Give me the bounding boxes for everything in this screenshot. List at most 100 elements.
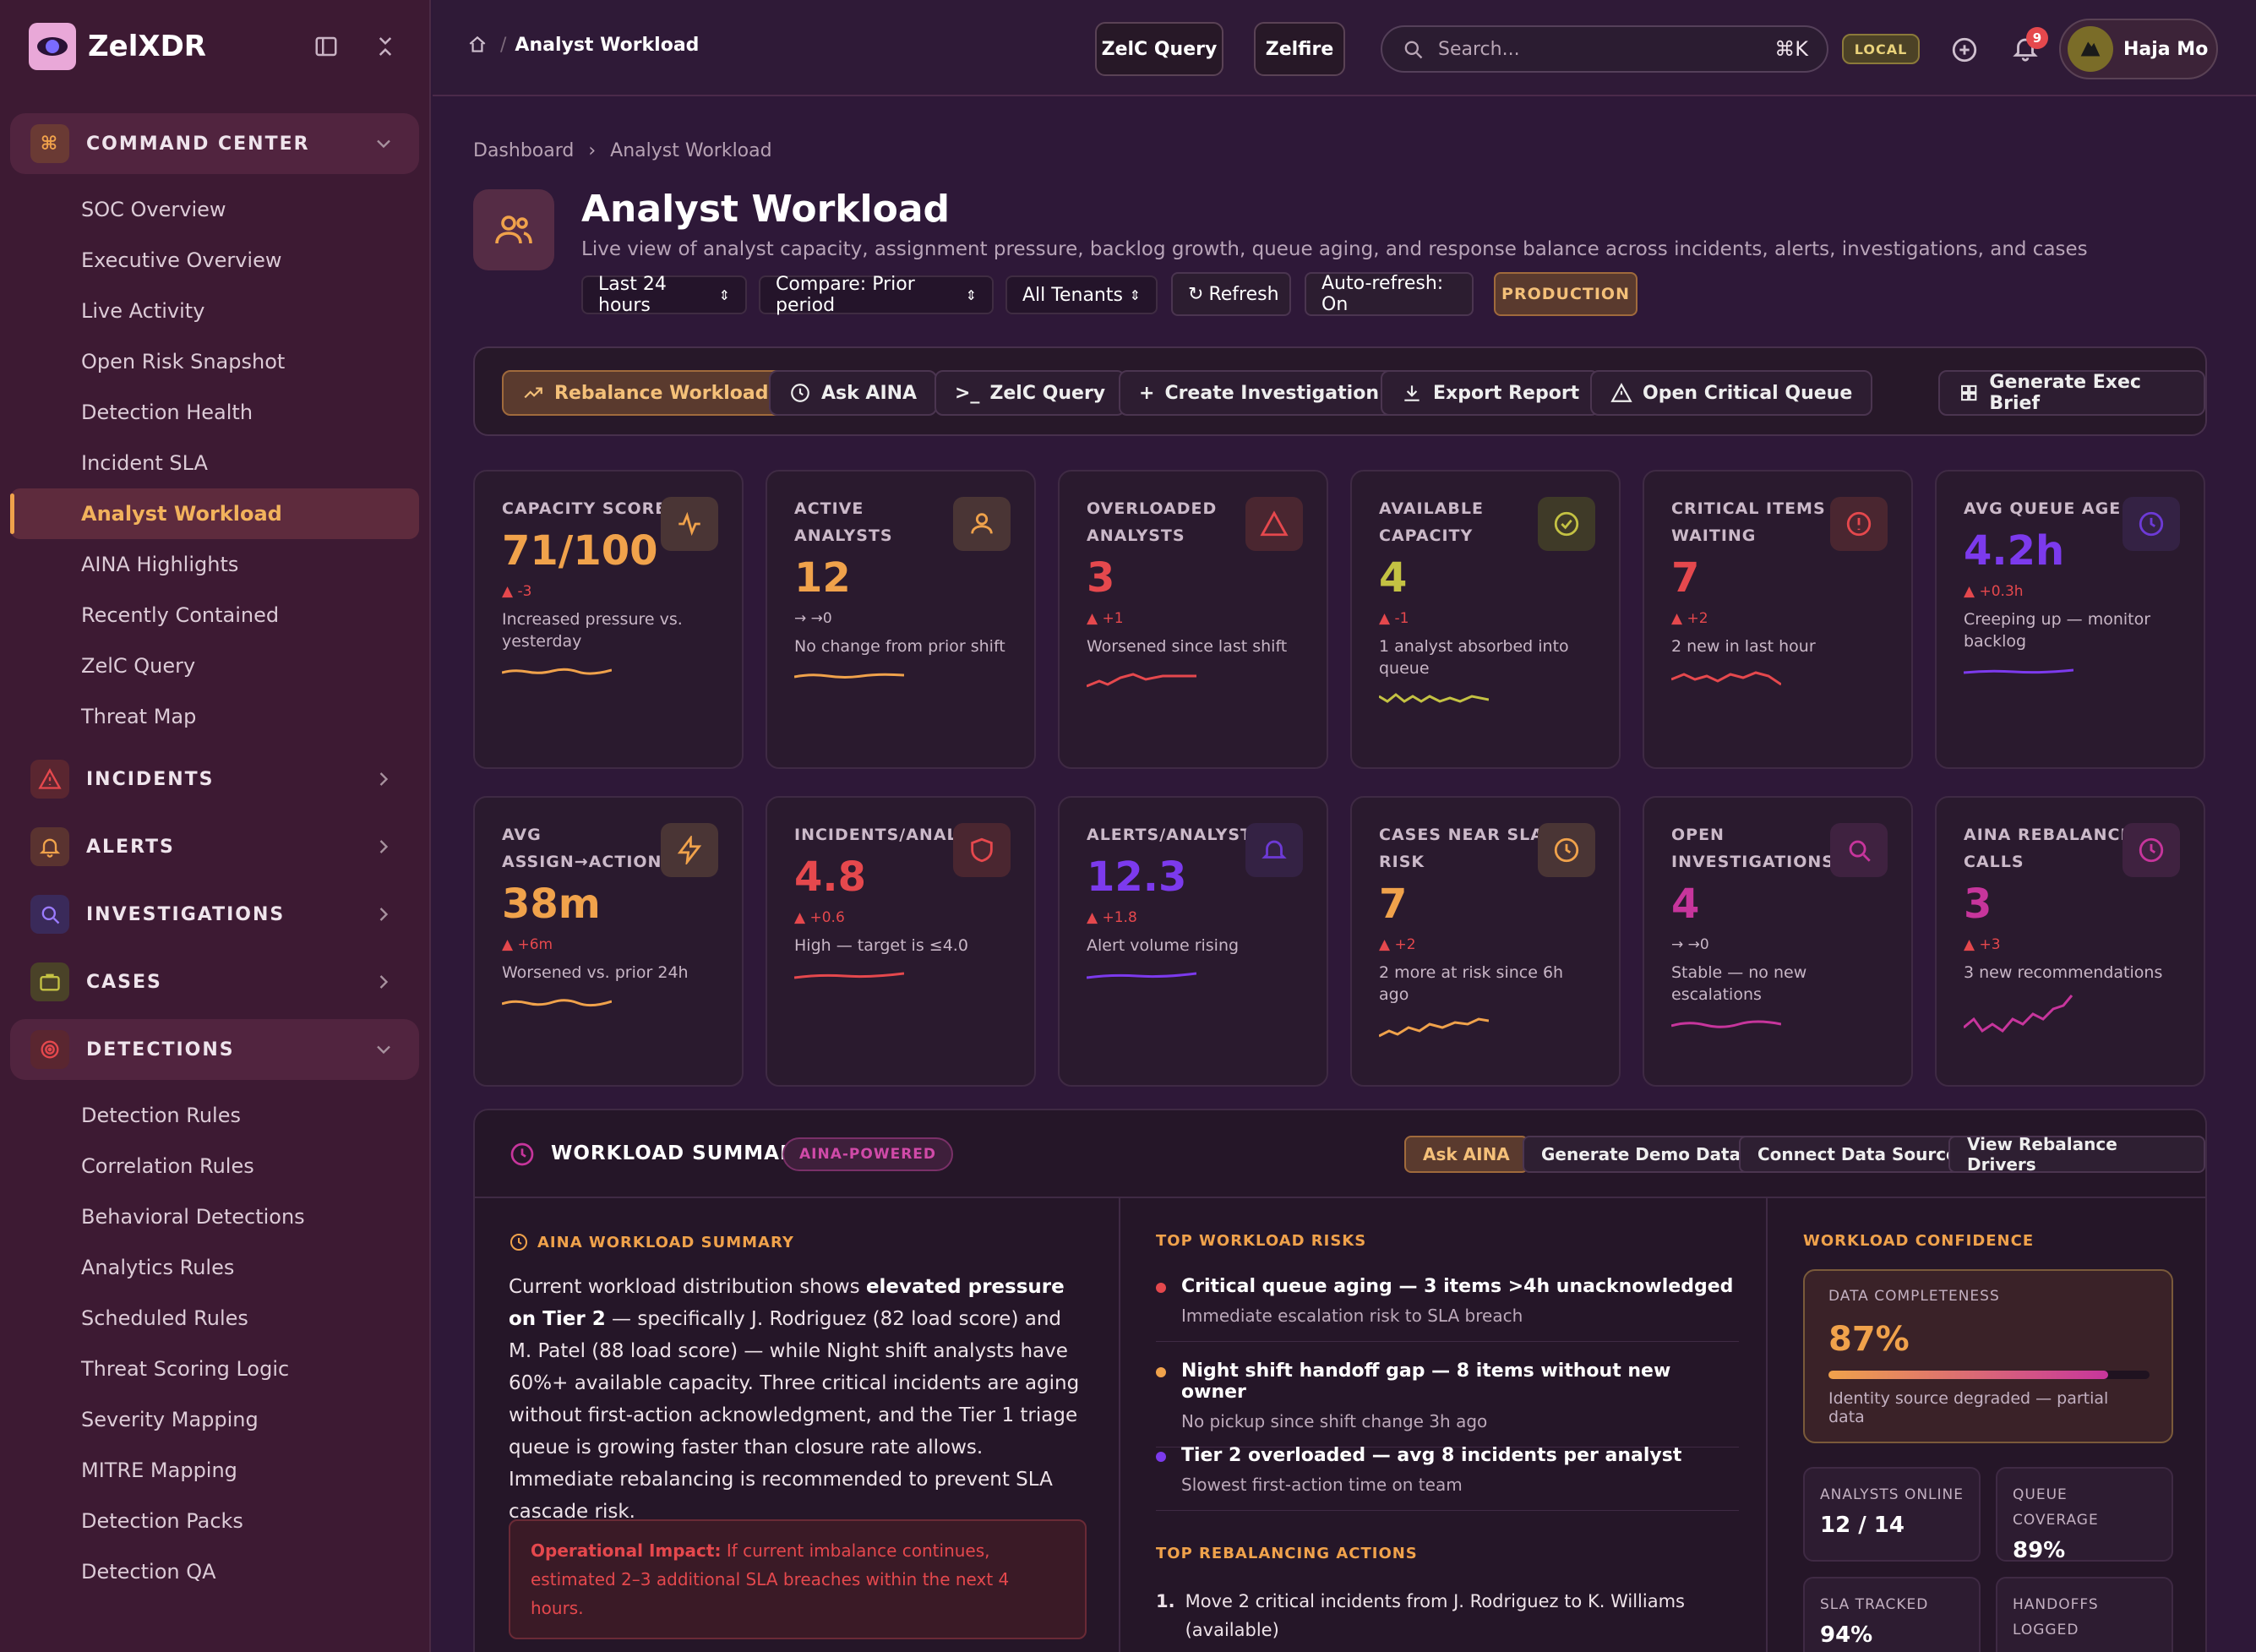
nav-item-correlation-rules[interactable]: Correlation Rules: [10, 1141, 419, 1191]
nav-item-detection-packs[interactable]: Detection Packs: [10, 1496, 419, 1546]
notifications-bell-icon[interactable]: 9: [2011, 27, 2048, 68]
risk-item[interactable]: Night shift handoff gap — 8 items withou…: [1156, 1360, 1739, 1448]
nav-item-detection-rules[interactable]: Detection Rules: [10, 1090, 419, 1141]
kpi-card-avg-assign-action[interactable]: AVG ASSIGN→ACTION 38m ▲ +6m Worsened vs.…: [473, 796, 744, 1087]
home-icon[interactable]: [466, 34, 488, 56]
nav-item-recently-contained[interactable]: Recently Contained: [10, 590, 419, 641]
zelc-query-button[interactable]: ZelC Query: [1095, 22, 1223, 76]
kpi-card-active-analysts[interactable]: ACTIVE ANALYSTS 12 → →0 No change from p…: [766, 470, 1036, 769]
section-title: WORKLOAD SUMMARY: [551, 1142, 810, 1164]
nav-item-live-activity[interactable]: Live Activity: [10, 286, 419, 336]
refresh-button[interactable]: ↻ Refresh: [1171, 272, 1291, 316]
sparkline: [1379, 693, 1489, 703]
kpi-card-avg-queue-age[interactable]: AVG QUEUE AGE 4.2h ▲ +0.3h Creeping up —…: [1935, 470, 2205, 769]
main-content: Dashboard › Analyst Workload Analyst Wor…: [433, 98, 2256, 1652]
nav-group-alerts[interactable]: ALERTS: [10, 816, 419, 877]
nav-group-label: COMMAND CENTER: [86, 133, 310, 155]
rebalancing-action-item[interactable]: 1. Move 2 critical incidents from J. Rodr…: [1156, 1587, 1714, 1644]
chevron-right-icon: [379, 840, 389, 853]
nav-item-scheduled-rules[interactable]: Scheduled Rules: [10, 1293, 419, 1344]
breadcrumb-root[interactable]: Dashboard: [473, 140, 574, 161]
nav-item-severity-mapping[interactable]: Severity Mapping: [10, 1394, 419, 1445]
grid-icon: [1961, 384, 1977, 401]
kpi-card-incidents-per-analyst[interactable]: INCIDENTS/ANALYST 4.8 ▲ +0.6 High — targ…: [766, 796, 1036, 1087]
chevron-right-icon: [379, 908, 389, 921]
chevron-down-icon: [377, 1045, 390, 1055]
kpi-card-critical-items-waiting[interactable]: CRITICAL ITEMS WAITING 7 ▲ +2 2 new in l…: [1643, 470, 1913, 769]
clock-icon: [510, 1234, 527, 1251]
nav-item-threat-map[interactable]: Threat Map: [10, 691, 419, 742]
ask-aina-button[interactable]: Ask AINA: [769, 370, 938, 416]
nav-item-incident-sla[interactable]: Incident SLA: [10, 438, 419, 488]
nav-group-label: ALERTS: [86, 836, 175, 858]
add-icon[interactable]: [1950, 35, 1979, 69]
search-placeholder: Search...: [1438, 38, 1520, 60]
nav-group-label: DETECTIONS: [86, 1039, 235, 1060]
nav-group-investigations[interactable]: INVESTIGATIONS: [10, 884, 419, 945]
kpi-card-cases-near-sla-risk[interactable]: CASES NEAR SLA RISK 7 ▲ +2 2 more at ris…: [1350, 796, 1621, 1087]
nav-item-behavioral-detections[interactable]: Behavioral Detections: [10, 1191, 419, 1242]
generate-exec-brief-button[interactable]: Generate Exec Brief: [1938, 370, 2205, 416]
nav-item-soc-overview[interactable]: SOC Overview: [10, 184, 419, 235]
connect-data-source-button[interactable]: Connect Data Source: [1739, 1136, 1976, 1173]
nav-item-detection-qa[interactable]: Detection QA: [10, 1546, 419, 1597]
collapse-icon[interactable]: [372, 34, 399, 61]
export-report-button[interactable]: Export Report: [1381, 370, 1600, 416]
sparkline: [1964, 995, 2073, 1033]
completeness-value: 87%: [1828, 1320, 1910, 1359]
nav-item-open-risk-snapshot[interactable]: Open Risk Snapshot: [10, 336, 419, 387]
create-investigation-button[interactable]: + Create Investigation: [1119, 370, 1399, 416]
kpi-card-aina-rebalance-calls[interactable]: AINA REBALANCE CALLS 3 ▲ +3 3 new recomm…: [1935, 796, 2205, 1087]
kpi-card-alerts-per-analyst[interactable]: ALERTS/ANALYST 12.3 ▲ +1.8 Alert volume …: [1058, 796, 1328, 1087]
kpi-card-overloaded-analysts[interactable]: OVERLOADED ANALYSTS 3 ▲ +1 Worsened sinc…: [1058, 470, 1328, 769]
nav-group-incidents[interactable]: INCIDENTS: [10, 749, 419, 810]
nav-group-command-center[interactable]: ⌘ COMMAND CENTER: [10, 113, 419, 174]
compare-select[interactable]: Compare: Prior period ⇕: [759, 274, 994, 316]
time-range-select[interactable]: Last 24 hours ⇕: [581, 274, 747, 316]
plus-icon: +: [1139, 382, 1155, 404]
kpi-card-available-capacity[interactable]: AVAILABLE CAPACITY 4 ▲ -1 1 analyst abso…: [1350, 470, 1621, 769]
kpi-card-capacity-score[interactable]: CAPACITY SCORE 71/100 ▲ -3 Increased pre…: [473, 470, 744, 769]
nav-item-zelc-query[interactable]: ZelC Query: [10, 641, 419, 691]
auto-refresh-toggle[interactable]: Auto-refresh: On: [1305, 272, 1474, 316]
nav-item-aina-highlights[interactable]: AINA Highlights: [10, 539, 419, 590]
aina-summary-text: Current workload distribution shows elev…: [509, 1276, 1080, 1523]
brand[interactable]: ZelXDR: [0, 0, 429, 93]
risk-item[interactable]: Tier 2 overloaded — avg 8 incidents per …: [1156, 1445, 1739, 1511]
production-badge: PRODUCTION: [1494, 272, 1638, 316]
magnifier-icon: [30, 895, 69, 934]
zelc-query-action-button[interactable]: >_ ZelC Query: [935, 370, 1126, 416]
analysts-online-card: ANALYSTS ONLINE 12 / 14: [1803, 1467, 1981, 1562]
user-menu[interactable]: Haja Mo: [2059, 19, 2218, 79]
queue-coverage-card: QUEUE COVERAGE 89%: [1996, 1467, 2173, 1563]
warning-icon: [1245, 497, 1303, 551]
nav-item-mitre-mapping[interactable]: MITRE Mapping: [10, 1445, 419, 1496]
tenant-select[interactable]: All Tenants ⇕: [1005, 275, 1158, 314]
view-rebalance-drivers-button[interactable]: View Rebalance Drivers: [1948, 1134, 2205, 1175]
top-risks-label: TOP WORKLOAD RISKS: [1156, 1232, 1367, 1250]
search-input[interactable]: Search... ⌘K: [1381, 25, 1828, 73]
clock-icon: [1538, 823, 1595, 877]
zelxdr-logo-icon: [29, 23, 76, 70]
topbar: / Analyst Workload ZelC Query Zelfire Se…: [433, 0, 2256, 96]
nav-item-detection-health[interactable]: Detection Health: [10, 387, 419, 438]
nav-item-threat-scoring-logic[interactable]: Threat Scoring Logic: [10, 1344, 419, 1394]
nav-item-executive-overview[interactable]: Executive Overview: [10, 235, 419, 286]
panel-toggle-icon[interactable]: [313, 34, 340, 61]
risk-item[interactable]: Critical queue aging — 3 items >4h unack…: [1156, 1276, 1739, 1342]
nav-item-analyst-workload[interactable]: Analyst Workload: [10, 488, 419, 539]
open-critical-queue-button[interactable]: Open Critical Queue: [1590, 370, 1873, 416]
refresh-icon: ↻: [1188, 283, 1204, 305]
terminal-icon: >_: [955, 382, 980, 404]
operational-impact-callout: Operational Impact: If current imbalance…: [509, 1519, 1087, 1639]
ask-aina-summary-button[interactable]: Ask AINA: [1404, 1136, 1529, 1173]
nav-group-detections[interactable]: DETECTIONS: [10, 1019, 419, 1080]
env-badge: LOCAL: [1842, 34, 1920, 64]
shield-icon: [953, 823, 1011, 877]
generate-demo-data-button[interactable]: Generate Demo Data: [1523, 1136, 1760, 1173]
nav-group-cases[interactable]: CASES: [10, 951, 419, 1012]
zelfire-button[interactable]: Zelfire: [1254, 22, 1345, 76]
nav-item-analytics-rules[interactable]: Analytics Rules: [10, 1242, 419, 1293]
kpi-card-open-investigations[interactable]: OPEN INVESTIGATIONS 4 → →0 Stable — no n…: [1643, 796, 1913, 1087]
rebalance-workload-button[interactable]: Rebalance Workload: [502, 370, 789, 416]
